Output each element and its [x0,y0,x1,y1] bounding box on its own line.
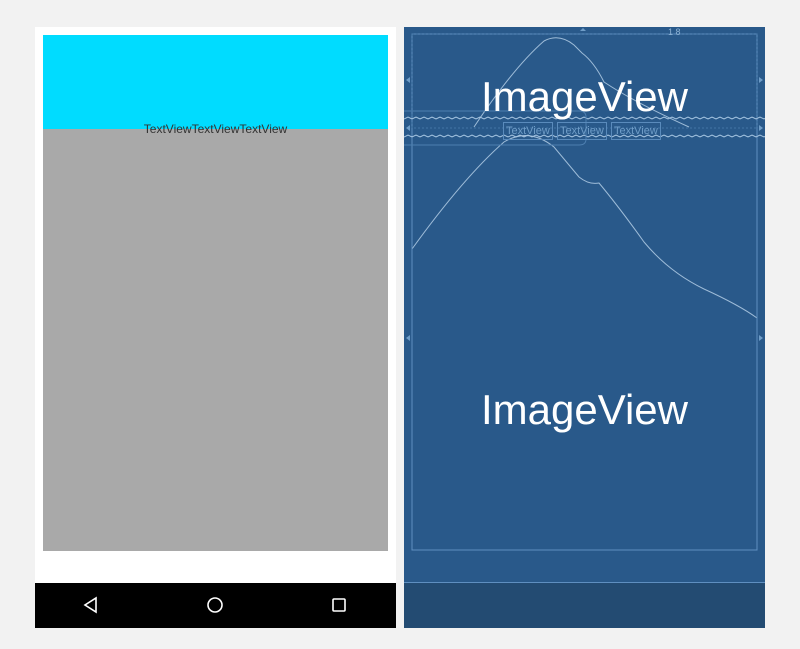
textview-1[interactable]: TextView [144,122,192,136]
anchor-arrow-right-mid [759,125,763,131]
dimension-label: 1 8 [668,27,681,37]
recents-button[interactable] [319,583,359,628]
anchor-arrow-left-bottom [406,335,410,341]
top-imageview-label: ImageView [480,73,688,120]
textview-2[interactable]: TextView [192,122,240,136]
recents-square-icon [332,598,346,612]
top-image-view[interactable] [43,35,388,129]
anchor-arrow-left-mid [406,125,410,131]
anchor-arrow-right-bottom [759,335,763,341]
anchor-arrow-top [580,28,586,31]
navigation-bar [35,583,396,628]
blueprint-textview-1[interactable]: TextView [503,122,553,140]
blueprint-textview-2[interactable]: TextView [557,122,607,140]
blueprint-view-panel: 1 8 ImageView TextView TextView TextView… [404,27,765,628]
textview-row: TextViewTextViewTextView [43,123,388,135]
back-triangle-icon [83,596,97,614]
blueprint-textview-3[interactable]: TextView [611,122,661,140]
textview-3[interactable]: TextView [239,122,287,136]
bottom-image-placeholder-graphic [411,135,758,319]
back-button[interactable] [71,583,111,628]
home-circle-icon [207,597,223,613]
design-view-panel: TextViewTextViewTextView [35,27,396,628]
bottom-imageview-label: ImageView [480,386,688,433]
home-button[interactable] [195,583,235,628]
bottom-image-view[interactable] [43,129,388,551]
